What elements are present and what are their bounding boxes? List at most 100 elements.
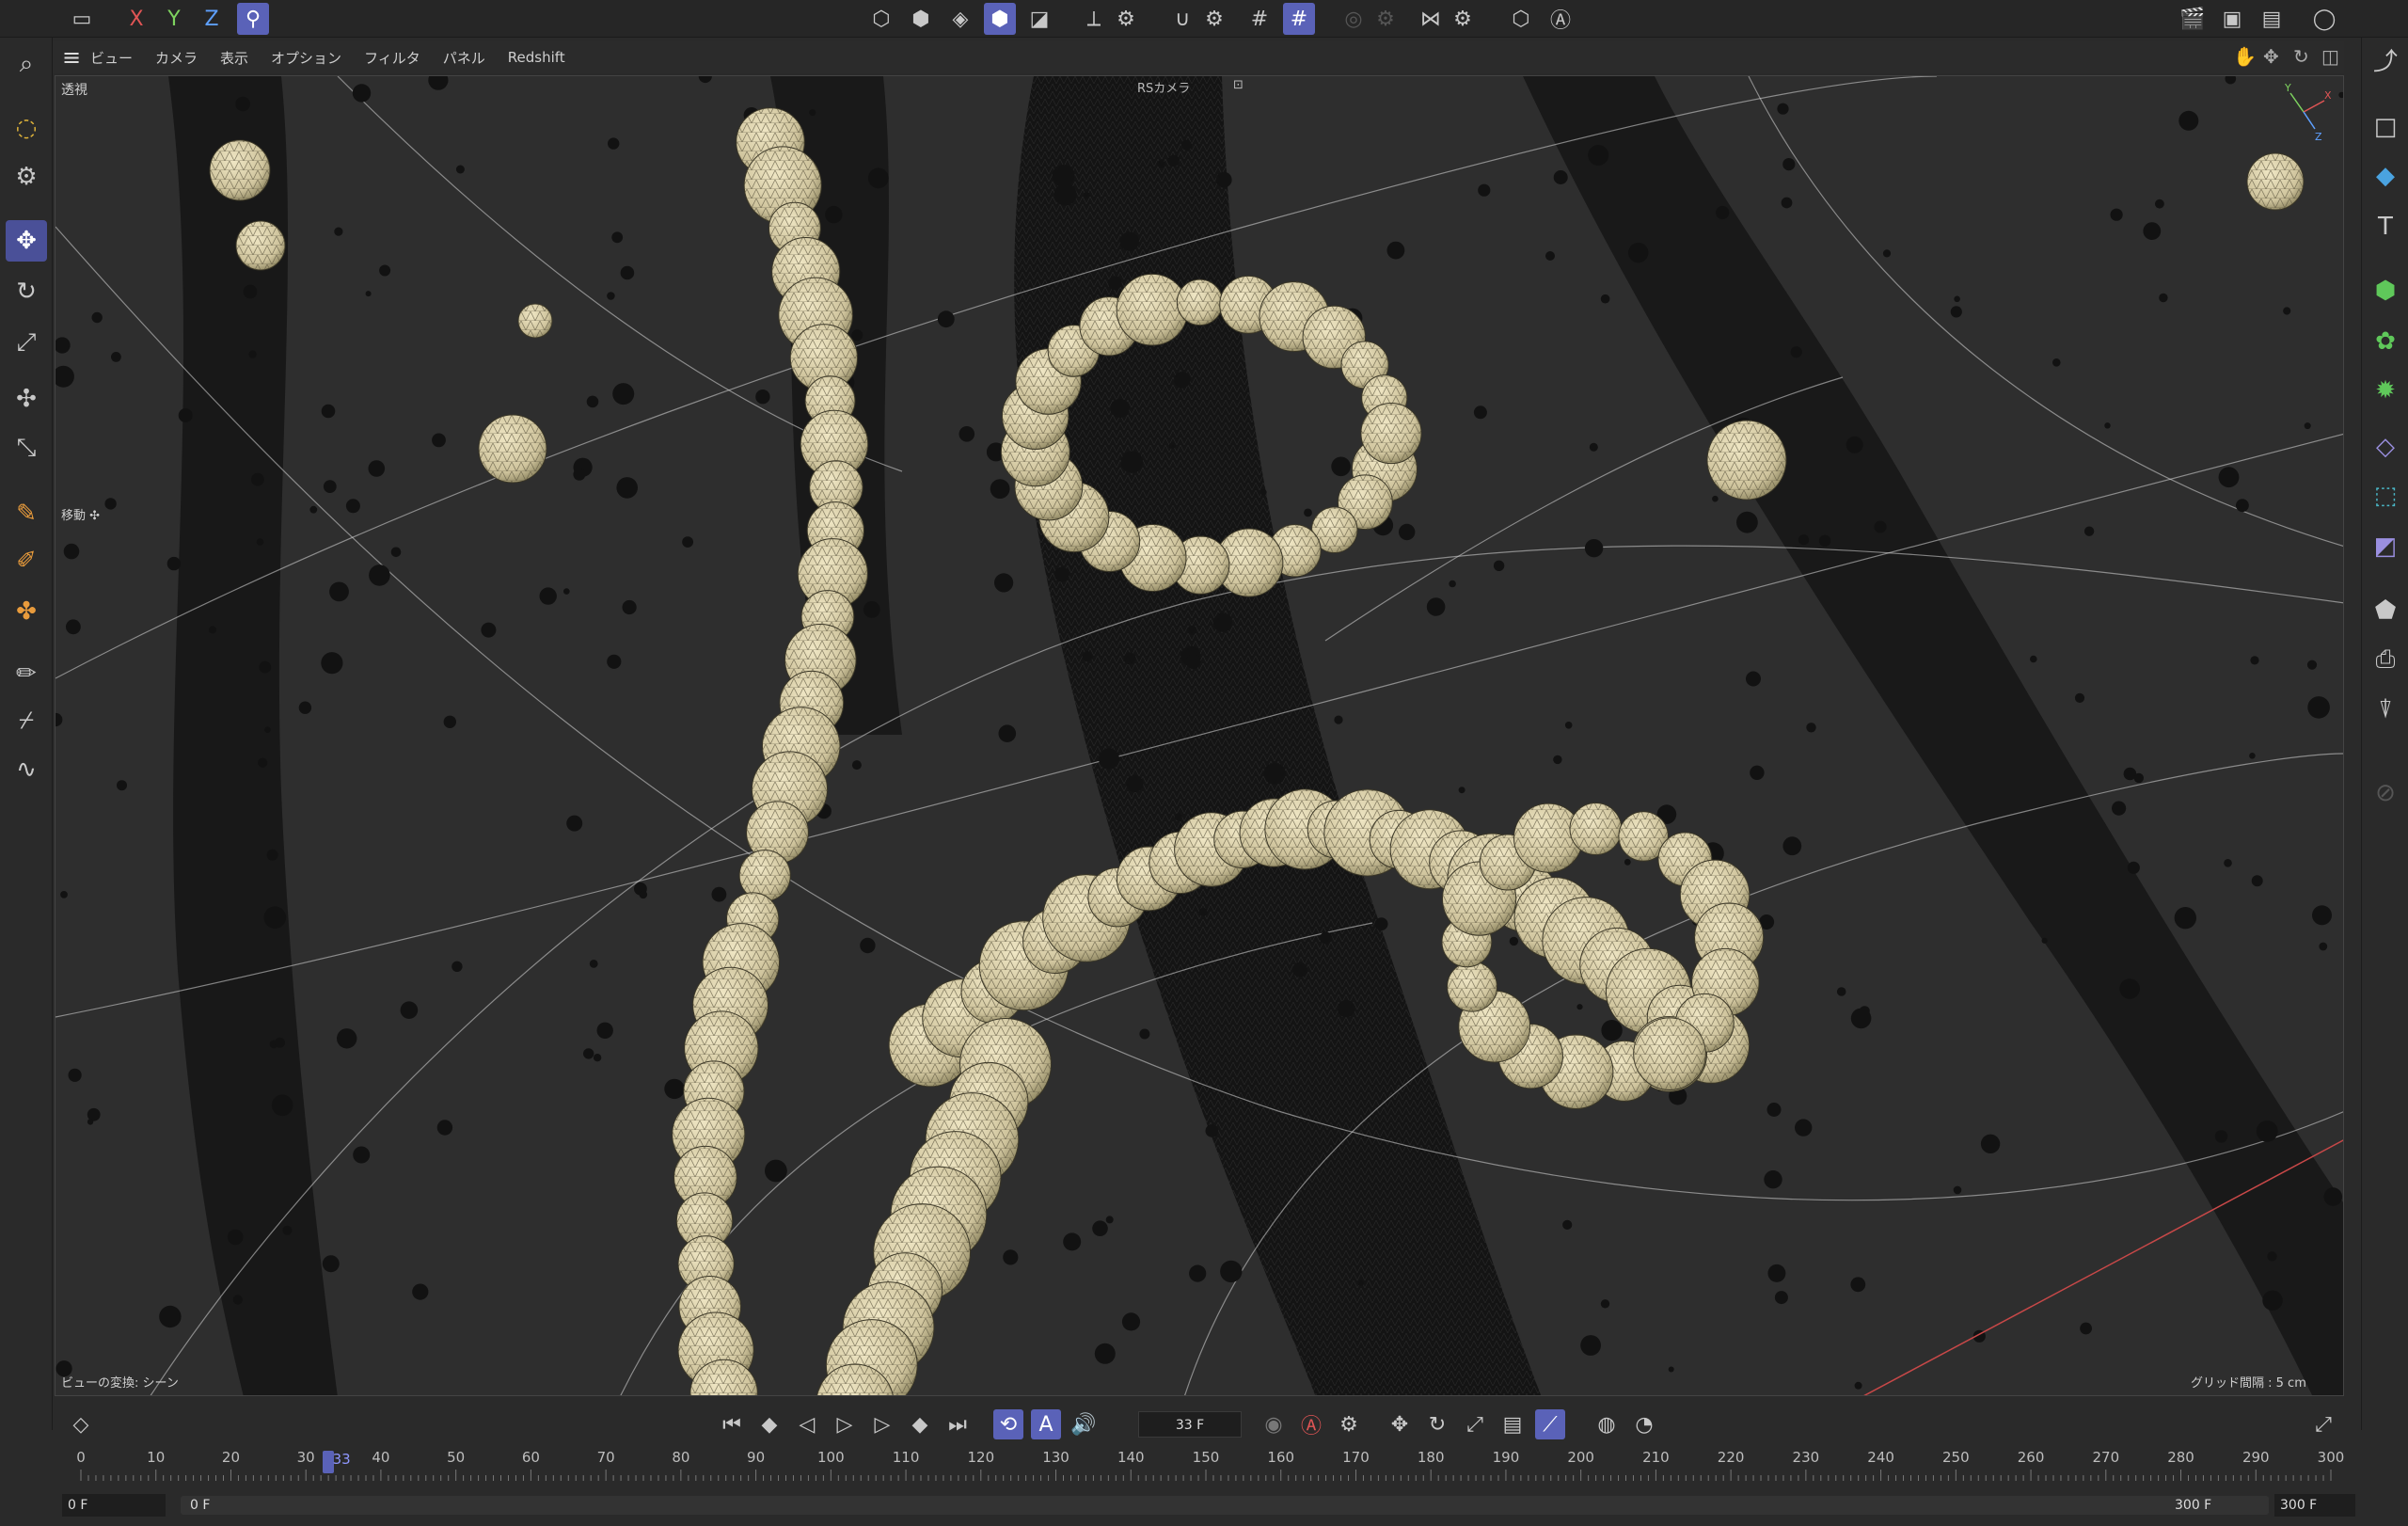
toggle-view-icon[interactable]: ◫ [2321,45,2339,68]
edges-mode-icon[interactable]: ⬢ [905,3,937,35]
play-icon[interactable]: ▷ [830,1409,860,1439]
camera-icon[interactable]: ⎙ [2366,640,2405,679]
next-key-icon[interactable]: ◆ [905,1409,935,1439]
symmetry-icon[interactable]: ⋈ [1415,3,1447,35]
previous-frame-icon[interactable]: ◁ [792,1409,822,1439]
light-icon[interactable]: ⍒ [2366,691,2405,730]
spline-sketch-icon[interactable]: ✐ [6,540,47,581]
particle-dot [1260,488,1267,496]
x-axis-lock-button[interactable]: X [120,3,152,35]
render-settings-icon[interactable]: ▤ [2256,3,2288,35]
spline-tools-icon[interactable]: ✤ [6,591,47,632]
keyframe-settings-icon[interactable]: ⚙ [1334,1409,1364,1439]
render-active-icon[interactable]: Ⓐ [1545,3,1576,35]
record-icon[interactable]: ◉ [1259,1409,1289,1439]
zoom-view-icon[interactable]: ✥ [2263,45,2279,68]
menu-icon[interactable]: ≡ [53,44,90,71]
go-to-end-icon[interactable]: ⏭ [943,1409,973,1439]
selection-tools-icon[interactable]: ⚙ [6,156,47,198]
menu-redshift[interactable]: Redshift [508,49,565,66]
workplane-grid-icon[interactable]: # [1283,3,1315,35]
menu-filter[interactable]: フィルタ [364,48,420,68]
cloner-icon[interactable]: ✿ [2366,322,2405,361]
effector-icon[interactable]: ✹ [2366,371,2405,410]
scale-transform-icon[interactable]: ⤡ [6,427,47,469]
range-slider[interactable] [181,1496,2269,1515]
next-frame-icon[interactable]: ▷ [867,1409,897,1439]
axis-settings-gear-icon[interactable]: ⚙ [1110,3,1142,35]
timeline-scrub-icon[interactable]: ◔ [1629,1409,1659,1439]
live-selection-icon[interactable]: ◌ [6,107,47,149]
go-to-start-icon[interactable]: ⏮ [717,1409,747,1439]
object-manager-icon[interactable]: ▭ [66,3,98,35]
menu-display[interactable]: 表示 [220,48,248,68]
grid-snap-icon[interactable]: # [1244,3,1275,35]
transform-tool-icon[interactable]: ✣ [6,378,47,420]
soft-selection-gear-icon[interactable]: ⚙ [1370,3,1402,35]
particle-dot [1185,654,1201,669]
soft-selection-icon[interactable]: ◎ [1338,3,1370,35]
preview-range-icon[interactable]: A [1031,1409,1061,1439]
menu-camera[interactable]: カメラ [155,48,198,68]
autokey-icon[interactable]: Ⓐ [1296,1409,1326,1439]
motion-system-icon[interactable]: ◍ [1592,1409,1622,1439]
undo-view-icon[interactable]: ⤴ [2366,40,2405,79]
scale-tool-icon[interactable]: ⤢ [6,322,47,363]
camera-name-label[interactable]: RSカメラ [1137,78,1190,96]
ruler-tick-label: 300 [2317,1449,2345,1466]
deformer-icon[interactable]: ◇ [2366,427,2405,467]
knife-tool-icon[interactable]: ⌿ [6,700,47,741]
key-scale-icon[interactable]: ⤢ [1460,1409,1490,1439]
z-axis-lock-button[interactable]: Z [196,3,228,35]
current-frame-field[interactable]: 33 F [1138,1411,1242,1438]
range-end-field[interactable]: 300 F [2274,1494,2355,1517]
pan-view-icon[interactable]: ✋ [2233,45,2257,68]
camera-link-icon[interactable]: ⊡ [1233,78,1244,92]
render-view-icon[interactable]: 🎬 [2177,3,2209,35]
axis-mode-icon[interactable]: ⟂ [1078,3,1110,35]
text-spline-icon[interactable]: T [2366,207,2405,246]
scene-tool-icon[interactable]: ◩ [2366,527,2405,566]
viewport-3d[interactable]: 透視 RSカメラ ⊡ 移動 ✣ ビューの変換: シーン グリッド間隔 : 5 c… [55,75,2344,1396]
key-position-icon[interactable]: ✥ [1385,1409,1415,1439]
sound-icon[interactable]: 🔊 [1069,1409,1099,1439]
null-object-icon[interactable]: □ [2366,107,2405,147]
polygons-mode-icon[interactable]: ◈ [944,3,976,35]
brush-icon[interactable]: ✏ [6,653,47,694]
coordinate-system-icon[interactable]: ⚲ [237,3,269,35]
layout-icon[interactable]: ◯ [2308,3,2340,35]
key-parameter-icon[interactable]: ▤ [1497,1409,1528,1439]
cube-primitive-icon[interactable]: ◆ [2366,156,2405,196]
model-mode-icon[interactable]: ⬢ [984,3,1016,35]
rotate-tool-icon[interactable]: ↻ [6,271,47,312]
move-tool-icon[interactable]: ✥ [6,220,47,262]
points-mode-icon[interactable]: ⬡ [865,3,897,35]
render-region-icon[interactable]: ⬡ [1505,3,1537,35]
keyframe-diamond-icon[interactable]: ◇ [66,1409,96,1439]
key-rotation-icon[interactable]: ↻ [1422,1409,1452,1439]
subdivision-generator-icon[interactable]: ⬢ [2366,271,2405,310]
range-start-field[interactable]: 0 F [62,1494,166,1517]
sculpt-tool-icon[interactable]: ∿ [6,749,47,790]
snap-magnet-icon[interactable]: ∪ [1166,3,1198,35]
timeline-ruler[interactable]: 0 10 20 30 40 50 60 70 80 90 100 110 120 130 140 150 160… [53,1449,2361,1486]
key-point-level-icon[interactable]: ⟋ [1535,1409,1565,1439]
menu-view[interactable]: ビュー [90,48,133,68]
search-icon[interactable]: ⌕ [6,43,47,85]
snap-settings-gear-icon[interactable]: ⚙ [1198,3,1230,35]
rotate-view-icon[interactable]: ↻ [2293,45,2309,68]
fcurve-icon[interactable]: ⤢ [2308,1409,2338,1439]
y-axis-lock-button[interactable]: Y [158,3,190,35]
field-icon[interactable]: ⬚ [2366,476,2405,516]
symmetry-gear-icon[interactable]: ⚙ [1447,3,1479,35]
spline-pen-icon[interactable]: ✎ [6,493,47,534]
loop-icon[interactable]: ⟲ [993,1409,1023,1439]
render-picture-viewer-icon[interactable]: ▣ [2216,3,2248,35]
menu-options[interactable]: オプション [271,48,341,68]
uv-mode-icon[interactable]: ◪ [1023,3,1055,35]
particle-dot [1174,813,1182,821]
menu-panel[interactable]: パネル [443,48,485,68]
particle-dot [68,1068,82,1082]
previous-key-icon[interactable]: ◆ [754,1409,784,1439]
environment-icon[interactable]: ⬟ [2366,591,2405,630]
